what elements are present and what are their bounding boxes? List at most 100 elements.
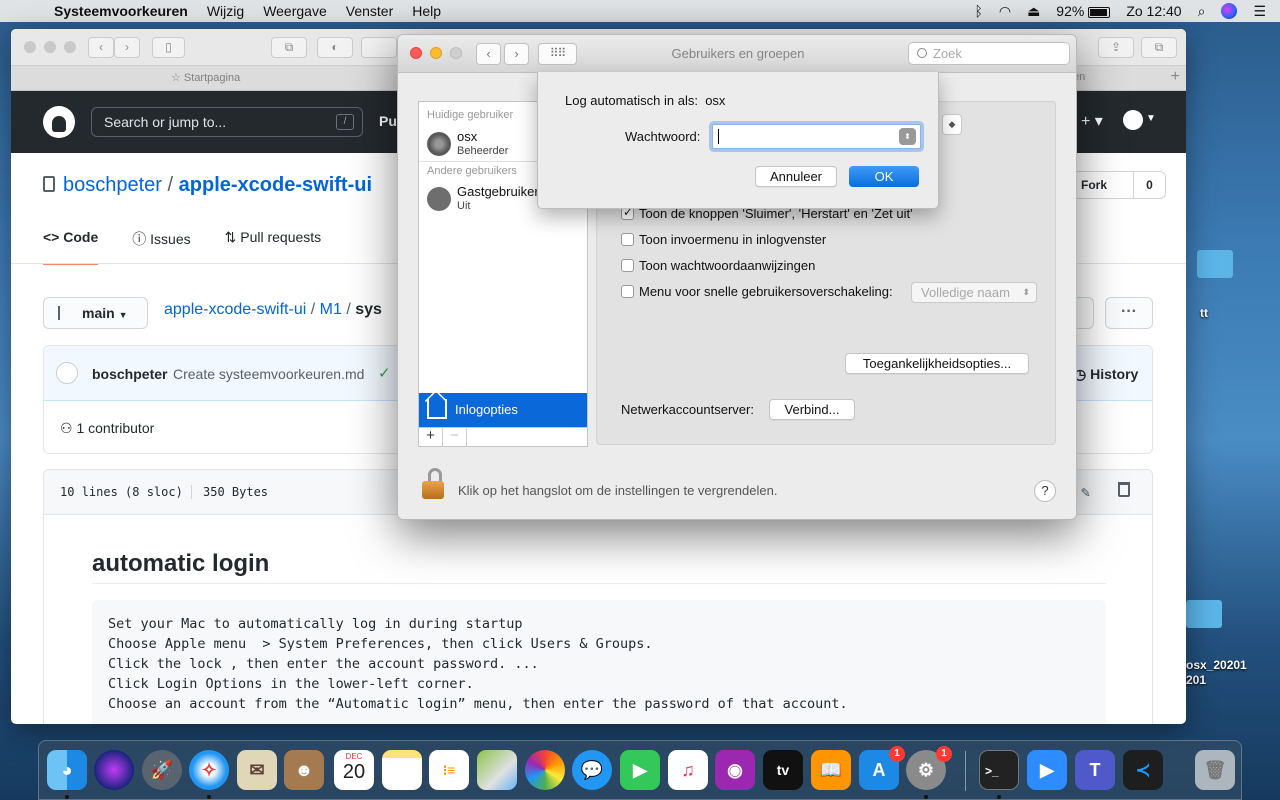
header-pulls-link[interactable]: Pu [379,113,397,129]
reminders-icon[interactable]: ⁝≡ [429,750,469,790]
breadcrumb-repo[interactable]: apple-xcode-swift-ui [164,301,306,318]
appletv-icon[interactable]: tv [763,750,803,790]
fork-button[interactable]: Fork 0 [1068,171,1166,199]
cancel-button[interactable]: Annuleer [755,166,837,187]
tab-startpagina[interactable]: ☆ Startpagina [171,71,240,84]
tab-pull-requests[interactable]: ⇅ Pull requests [225,229,322,265]
option-password-hints[interactable]: Toon wachtwoordaanwijzingen [621,258,815,273]
minimize-button[interactable] [44,41,56,53]
zoom-icon[interactable]: ▶ [1027,750,1067,790]
spotlight-icon[interactable]: ⌕ [1198,3,1206,20]
appstore-icon[interactable]: A1 [859,746,905,790]
connect-button[interactable]: Verbind... [769,399,855,420]
commit-author[interactable]: boschpeter [92,366,167,382]
systemprefs-icon[interactable]: ⚙ 1 [906,746,952,790]
music-icon[interactable]: ♫ [668,750,708,790]
siri-icon[interactable] [94,750,134,790]
launchpad-icon[interactable]: 🚀 [142,750,182,790]
prefs-search-input[interactable]: Zoek [908,42,1070,65]
more-options-button[interactable]: ··· [1105,297,1153,329]
tabs-overview-icon[interactable]: ⧉ [1141,37,1177,58]
close-button[interactable] [24,41,36,53]
teams-icon[interactable]: T [1075,750,1115,790]
wifi-icon[interactable]: ◠ [999,3,1011,20]
forward-button[interactable]: › [114,37,140,58]
checkbox[interactable] [621,259,634,272]
fast-switch-popup[interactable]: Volledige naam ⬍ [911,282,1037,303]
back-button[interactable]: ‹ [88,37,114,58]
add-user-button[interactable]: + [419,427,443,447]
commit-message[interactable]: Create systeemvoorkeuren.md [173,366,364,382]
check-icon[interactable]: ✓ [378,364,391,382]
plus-icon[interactable]: + ▾ [1081,111,1103,131]
desktop-folder-icon-2[interactable] [1186,600,1222,628]
branch-select-button[interactable]: main ▼ [43,297,148,329]
menu-app-name[interactable]: Systeemvoorkeuren [54,3,188,19]
menu-help[interactable]: Help [412,3,441,19]
breadcrumb-dir[interactable]: M1 [320,301,342,318]
lock-icon[interactable] [418,468,448,502]
option-fast-user-switching[interactable]: Menu voor snelle gebruikersoverschakelin… [621,284,893,299]
menu-wijzig[interactable]: Wijzig [207,3,244,19]
menu-venster[interactable]: Venster [346,3,393,19]
commit-author-avatar[interactable] [56,362,78,384]
help-button[interactable]: ? [1034,480,1056,502]
siri-menu-icon[interactable] [1221,3,1238,19]
desktop-label-tt[interactable]: tt [1200,306,1208,320]
trash-icon[interactable]: 🗑 [1195,750,1235,790]
extension-icon[interactable]: ⧉ [271,37,307,58]
code-icon: <> [43,229,64,245]
remove-user-button[interactable]: − [443,427,467,447]
checkbox[interactable] [621,233,634,246]
calendar-icon[interactable]: DEC 20 [334,750,374,790]
notes-icon[interactable] [382,750,422,790]
safari-icon[interactable]: ✧ [189,750,229,790]
bluetooth-icon[interactable]: ᛒ [974,3,982,19]
facetime-icon[interactable]: ▶ [620,750,660,790]
zoom-button[interactable] [64,41,76,53]
terminal-icon[interactable]: >_ [979,750,1019,790]
contributors[interactable]: ⚇ 1 contributor [60,420,154,437]
pencil-icon[interactable]: ✎ [1081,483,1090,501]
github-logo-icon[interactable] [43,106,75,138]
clock[interactable]: Zo 12:40 [1126,3,1181,19]
shield-icon[interactable]: ◐ [317,37,353,58]
sidebar-icon[interactable]: ▯ [152,37,185,58]
github-search-input[interactable]: Search or jump to... / [91,107,363,137]
ok-button[interactable]: OK [849,166,919,187]
books-icon[interactable]: 📖 [811,750,851,790]
repo-owner-link[interactable]: boschpeter [63,174,162,196]
new-tab-icon[interactable]: + [1171,68,1180,86]
desktop-folder-icon[interactable] [1197,250,1233,278]
podcasts-icon[interactable]: ◉ [715,750,755,790]
tab-issues[interactable]: ⓘ Issues [132,229,190,265]
repo-name-link[interactable]: apple-xcode-swift-ui [179,174,372,196]
login-options-item[interactable]: Inlogopties [419,393,587,428]
password-field[interactable]: ⬍ [712,124,921,149]
automatic-login-popup[interactable]: ◆ [942,114,962,135]
calendar-day: 20 [342,761,366,783]
avatar[interactable] [1123,110,1143,130]
checkbox[interactable] [621,285,634,298]
accessibility-options-button[interactable]: Toegankelijkheidsopties... [845,353,1029,374]
battery-status[interactable]: 92% [1056,3,1111,19]
messages-icon[interactable]: 💬 [572,750,612,790]
finder-icon[interactable]: ◕ [47,750,87,790]
tab-code[interactable]: <> Code [43,229,99,265]
contacts-icon[interactable]: ☻ [284,750,324,790]
vscode-icon[interactable]: ≺ [1123,750,1163,790]
option-input-menu[interactable]: Toon invoermenu in inlogvenster [621,232,826,247]
password-autofill-key-icon[interactable]: ⬍ [899,128,916,145]
desktop-label-file[interactable]: osx_20201 [1186,658,1247,672]
maps-icon[interactable] [477,750,517,790]
mail-icon[interactable]: ✉ [237,750,277,790]
photos-icon[interactable] [525,750,565,790]
notification-center-icon[interactable]: ☰ [1253,3,1266,20]
address-bar[interactable] [361,37,397,58]
menu-weergave[interactable]: Weergave [263,3,327,19]
history-link[interactable]: ◷ History [1074,366,1138,383]
share-icon[interactable]: ⇪ [1098,37,1134,58]
airplay-icon[interactable]: ⏏ [1027,3,1040,20]
trash-icon[interactable] [1118,482,1130,497]
chevron-down-icon[interactable]: ▼ [1146,113,1156,124]
